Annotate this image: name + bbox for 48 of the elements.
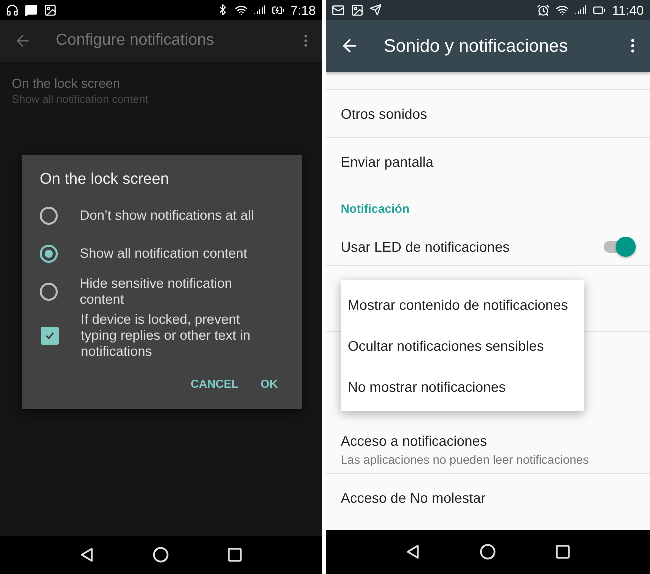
setting-row[interactable]: Otros sonidos bbox=[326, 90, 650, 138]
menu-item[interactable]: Ocultar notificaciones sensibles bbox=[341, 325, 584, 366]
image-icon bbox=[351, 4, 364, 16]
setting-title: Enviar pantalla bbox=[341, 154, 434, 170]
battery-icon bbox=[272, 4, 285, 16]
section-header: Notificación bbox=[341, 202, 410, 216]
option-label: Hide sensitive notification content bbox=[80, 276, 234, 308]
home-icon[interactable] bbox=[152, 547, 169, 563]
radio-button[interactable] bbox=[40, 245, 58, 263]
toolbar-title: Configure notifications bbox=[56, 32, 216, 50]
recents-icon[interactable] bbox=[228, 548, 242, 562]
setting-summary: Las aplicaciones no pueden leer notificaciones bbox=[341, 452, 590, 466]
option-label: Show all notification content bbox=[80, 246, 248, 262]
option-label: If device is locked, prevent typing replies or other text in notifications bbox=[81, 312, 252, 360]
image-icon bbox=[44, 4, 57, 16]
signal-icon bbox=[575, 4, 588, 16]
battery-icon bbox=[593, 4, 606, 16]
headphones-icon bbox=[6, 4, 19, 16]
wifi-icon bbox=[556, 4, 570, 16]
radio-button[interactable] bbox=[40, 283, 58, 301]
dialog-button[interactable]: OK bbox=[254, 371, 284, 399]
checkmark-icon bbox=[45, 331, 55, 341]
radio-button[interactable] bbox=[40, 207, 58, 225]
toolbar-title: Sonido y notificaciones bbox=[384, 36, 570, 56]
setting-title: Usar LED de notificaciones bbox=[341, 238, 510, 254]
message-icon bbox=[25, 4, 38, 16]
setting-row[interactable]: Enviar pantalla bbox=[326, 138, 650, 186]
alarm-icon bbox=[537, 4, 550, 16]
home-icon[interactable] bbox=[480, 544, 496, 560]
option-label: Don’t show notifications at all bbox=[80, 208, 254, 224]
setting-row[interactable]: Acceso de No molestar bbox=[326, 474, 650, 522]
back-icon[interactable] bbox=[80, 547, 94, 563]
dialog-title: On the lock screen bbox=[40, 171, 170, 189]
setting-title: Acceso de No molestar bbox=[341, 490, 486, 506]
setting-row[interactable]: Acceso a notificaciones Las aplicaciones no pueden leer notificaciones bbox=[326, 426, 650, 474]
menu-item[interactable]: Mostrar contenido de notificaciones bbox=[341, 284, 584, 325]
checkbox[interactable] bbox=[41, 327, 59, 345]
recents-icon[interactable] bbox=[556, 545, 570, 559]
status-time: 7:18 bbox=[290, 2, 316, 18]
setting-title: Otros sonidos bbox=[341, 106, 428, 122]
dialog-button[interactable]: CANCEL bbox=[184, 371, 245, 399]
back-icon[interactable] bbox=[406, 544, 420, 560]
status-time: 11:40 bbox=[612, 2, 644, 18]
paper-plane-icon bbox=[370, 4, 382, 16]
wifi-icon bbox=[234, 4, 248, 16]
menu-item[interactable]: No mostrar notificaciones bbox=[341, 366, 584, 407]
setting-title: Acceso a notificaciones bbox=[341, 432, 488, 448]
mail-icon bbox=[332, 4, 345, 16]
